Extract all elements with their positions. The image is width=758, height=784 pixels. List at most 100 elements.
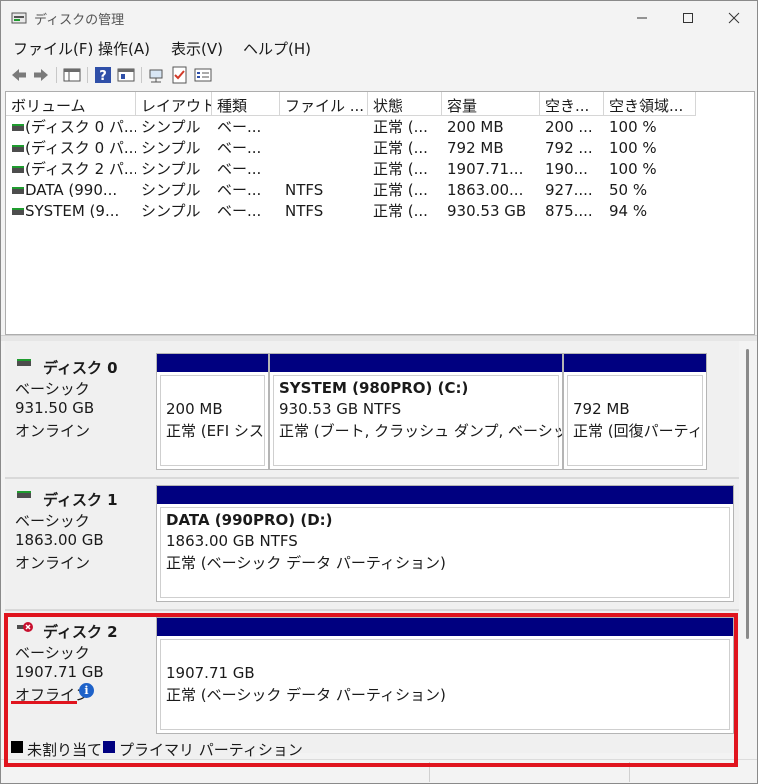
volume-status: 正常 (...	[373, 202, 428, 220]
volume-free-space: 927....	[545, 181, 593, 199]
menu-action[interactable]: 操作(A)	[98, 38, 150, 59]
volume-type: ベー...	[217, 160, 262, 178]
disk-2-label[interactable]: ディスク 2 ベーシック 1907.71 GB オフライン i	[5, 611, 155, 739]
svg-text:?: ?	[99, 69, 107, 84]
volume-filesystem	[280, 159, 368, 180]
disk-icon	[17, 359, 31, 366]
settings-list-icon[interactable]	[193, 65, 213, 85]
connect-icon[interactable]	[147, 65, 167, 85]
disk-list-icon[interactable]	[62, 65, 82, 85]
menu-view[interactable]: 表示(V)	[171, 38, 223, 59]
help-icon[interactable]: ?	[93, 65, 113, 85]
partition-size: 930.53 GB NTFS	[279, 400, 402, 418]
partition-efi[interactable]: 200 MB 正常 (EFI シス	[156, 353, 269, 470]
volume-filesystem: NTFS	[285, 202, 324, 220]
volume-type: ベー...	[217, 181, 262, 199]
partition-status: 正常 (回復パーティ	[573, 422, 703, 440]
vertical-scrollbar[interactable]	[741, 341, 755, 753]
disk-name: ディスク 0	[43, 359, 118, 377]
volume-name: (ディスク 0 パ...	[25, 118, 136, 136]
back-arrow-icon[interactable]	[9, 65, 29, 85]
disk-name: ディスク 2	[43, 623, 118, 641]
partition-body: 792 MB 正常 (回復パーティ	[567, 375, 703, 466]
volume-capacity: 792 MB	[447, 139, 504, 157]
disk-management-app-icon	[11, 12, 27, 24]
table-row[interactable]: (ディスク 0 パ... シンプル ベー... 正常 (... 200 MB 2…	[6, 117, 754, 138]
partition-system[interactable]: SYSTEM (980PRO) (C:) 930.53 GB NTFS 正常 (…	[269, 353, 563, 470]
disk-0-label[interactable]: ディスク 0 ベーシック 931.50 GB オンライン	[5, 347, 155, 477]
scrollbar-thumb[interactable]	[746, 349, 749, 639]
volume-name: DATA (990...	[25, 181, 118, 199]
partition-disk2[interactable]: 1907.71 GB 正常 (ベーシック データ パーティション)	[156, 617, 734, 734]
table-row[interactable]: DATA (990... シンプル ベー... NTFS 正常 (... 186…	[6, 180, 754, 201]
volume-percent-free: 100 %	[609, 139, 657, 157]
volume-status: 正常 (...	[373, 160, 428, 178]
partition-size: 1863.00 GB NTFS	[166, 532, 298, 550]
maximize-button[interactable]	[665, 5, 711, 31]
volume-capacity: 1863.00...	[447, 181, 524, 199]
annotation-underline	[11, 701, 77, 704]
info-icon[interactable]: i	[79, 683, 94, 698]
minimize-button[interactable]	[619, 5, 665, 31]
column-header-free-space[interactable]: 空き...	[540, 92, 604, 116]
partition-status: 正常 (EFI シス	[166, 422, 264, 440]
disk-management-window: ディスクの管理 ファイル(F) 操作(A) 表示(V) ヘルプ(H) ? ボリュ…	[0, 0, 758, 784]
toolbar-separator	[56, 67, 57, 83]
title-bar[interactable]: ディスクの管理	[1, 1, 757, 35]
volume-free-space: 792 ...	[545, 139, 593, 157]
status-bar-divider	[429, 762, 430, 782]
volume-free-space: 875....	[545, 202, 593, 220]
volume-percent-free: 50 %	[609, 181, 648, 199]
close-button[interactable]	[711, 5, 757, 31]
partition-status: 正常 (ブート, クラッシュ ダンプ, ベーシック デ	[279, 422, 562, 440]
partition-size: 1907.71 GB	[166, 664, 255, 682]
volume-layout: シンプル	[141, 139, 201, 157]
table-row[interactable]: SYSTEM (9... シンプル ベー... NTFS 正常 (... 930…	[6, 201, 754, 222]
partition-recovery[interactable]: 792 MB 正常 (回復パーティ	[563, 353, 707, 470]
check-icon[interactable]	[170, 65, 190, 85]
volume-type: ベー...	[217, 202, 262, 220]
column-header-layout[interactable]: レイアウト	[136, 92, 212, 116]
toolbar-separator	[141, 67, 142, 83]
volume-filesystem	[280, 138, 368, 159]
partition-type-bar	[564, 354, 706, 372]
column-header-status[interactable]: 状態	[368, 92, 442, 116]
volume-percent-free: 100 %	[609, 160, 657, 178]
status-bar	[1, 759, 757, 783]
column-header-volume[interactable]: ボリューム	[6, 92, 136, 116]
column-header-capacity[interactable]: 容量	[442, 92, 540, 116]
partition-type-bar	[157, 486, 733, 504]
volume-status: 正常 (...	[373, 181, 428, 199]
menu-help[interactable]: ヘルプ(H)	[243, 38, 311, 59]
volume-layout: シンプル	[141, 181, 201, 199]
volume-type: ベー...	[217, 118, 262, 136]
column-header-type[interactable]: 種類	[212, 92, 280, 116]
column-header-filesystem[interactable]: ファイル ...	[280, 92, 368, 116]
partition-body: 1907.71 GB 正常 (ベーシック データ パーティション)	[160, 639, 730, 730]
volume-free-space: 200 ...	[545, 118, 593, 136]
legend-unallocated-label: 未割り当て	[27, 741, 103, 759]
volume-percent-free: 100 %	[609, 118, 657, 136]
table-row[interactable]: (ディスク 2 パ... シンプル ベー... 正常 (... 1907.71.…	[6, 159, 754, 180]
disk-graphical-view: ディスク 0 ベーシック 931.50 GB オンライン 200 MB 正常 (…	[5, 341, 739, 753]
volume-list: ボリューム レイアウト 種類 ファイル ... 状態 容量 空き... 空き領域…	[5, 91, 755, 335]
properties-icon[interactable]	[116, 65, 136, 85]
partition-status: 正常 (ベーシック データ パーティション)	[166, 554, 446, 572]
disk-offline-icon	[17, 622, 33, 632]
volume-name: SYSTEM (9...	[25, 202, 120, 220]
disk-icon	[17, 491, 31, 498]
partition-title: SYSTEM (980PRO) (C:)	[279, 379, 469, 397]
minimize-icon	[637, 17, 647, 19]
menu-file[interactable]: ファイル(F)	[13, 38, 93, 59]
forward-arrow-icon[interactable]	[31, 65, 51, 85]
partition-data[interactable]: DATA (990PRO) (D:) 1863.00 GB NTFS 正常 (ベ…	[156, 485, 734, 602]
column-header-percent-free[interactable]: 空き領域...	[604, 92, 696, 116]
toolbar-separator	[87, 67, 88, 83]
disk-1-label[interactable]: ディスク 1 ベーシック 1863.00 GB オンライン	[5, 479, 155, 607]
partition-body: DATA (990PRO) (D:) 1863.00 GB NTFS 正常 (ベ…	[160, 507, 730, 598]
legend: 未割り当て プライマリ パーティション	[5, 737, 303, 759]
table-row[interactable]: (ディスク 0 パ... シンプル ベー... 正常 (... 792 MB 7…	[6, 138, 754, 159]
partition-status: 正常 (ベーシック データ パーティション)	[166, 686, 446, 704]
partition-type-bar	[157, 354, 268, 372]
disk-status: オンライン	[15, 554, 91, 572]
